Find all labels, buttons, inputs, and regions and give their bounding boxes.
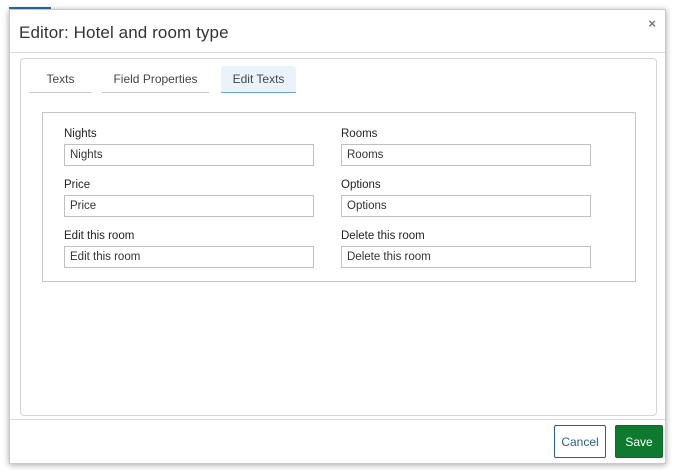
tab-field-properties[interactable]: Field Properties xyxy=(102,66,209,93)
field-label: Options xyxy=(341,179,381,191)
field-delete-room: Delete this room xyxy=(341,229,591,268)
tab-edit-texts[interactable]: Edit Texts xyxy=(221,66,296,93)
field-rooms: Rooms xyxy=(341,127,591,166)
edit-texts-form: Nights Rooms Price Options Edit this roo… xyxy=(42,112,636,282)
close-icon[interactable]: × xyxy=(648,17,656,30)
field-label: Rooms xyxy=(341,128,378,140)
field-edit-room: Edit this room xyxy=(64,229,314,268)
field-label: Price xyxy=(64,179,91,191)
dialog-footer: Cancel Save xyxy=(10,419,665,463)
nights-input[interactable] xyxy=(64,144,314,166)
price-input[interactable] xyxy=(64,195,314,217)
cancel-button[interactable]: Cancel xyxy=(554,425,606,458)
field-price: Price xyxy=(64,178,314,217)
edit-room-input[interactable] xyxy=(64,246,314,268)
field-label: Edit this room xyxy=(64,230,135,242)
field-label: Delete this room xyxy=(341,230,425,242)
field-label: Nights xyxy=(64,128,97,140)
save-button[interactable]: Save xyxy=(615,425,663,458)
dialog-title: Editor: Hotel and room type xyxy=(19,23,229,42)
rooms-input[interactable] xyxy=(341,144,591,166)
delete-room-input[interactable] xyxy=(341,246,591,268)
tab-texts[interactable]: Texts xyxy=(29,66,92,93)
field-options: Options xyxy=(341,178,591,217)
field-nights: Nights xyxy=(64,127,314,166)
dialog-header: Editor: Hotel and room type × xyxy=(10,10,665,53)
dialog-body: Texts Field Properties Edit Texts Nights… xyxy=(20,58,657,416)
options-input[interactable] xyxy=(341,195,591,217)
editor-dialog: Editor: Hotel and room type × Texts Fiel… xyxy=(9,9,666,464)
